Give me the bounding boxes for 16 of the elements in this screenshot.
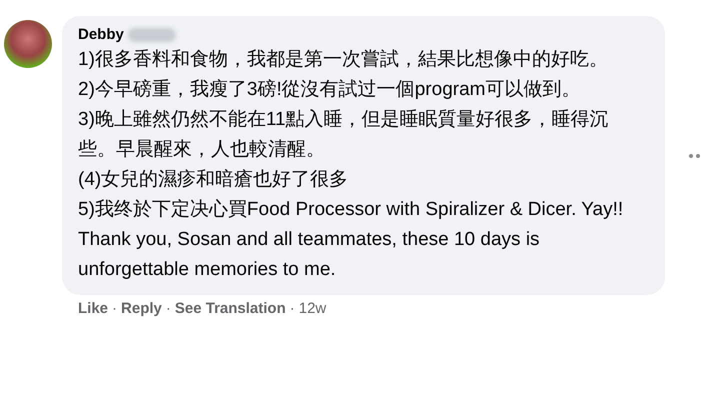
more-options-icon[interactable] (689, 154, 702, 158)
action-link[interactable]: See Translation (174, 300, 286, 317)
comment-text: 5)我终於下定决心買Food Processor with Spiralizer & Dicer. Yay!! (78, 198, 624, 222)
separator-dot: · (290, 300, 295, 317)
comment-text: Thank you, Sosan and all teammates, these 10 days is unforgettable memories to me. (78, 228, 541, 282)
comment-text: (4)女兒的濕疹和暗瘡也好了很多 (78, 168, 350, 192)
author-name[interactable]: Debby (78, 25, 124, 45)
comment-text: 1)很多香料和食物，我都是第一次嘗試，結果比想像中的好吃。 (78, 48, 609, 72)
comment-text: 2)今早磅重，我瘦了3磅!從沒有試过一個program可以做到。 (78, 78, 582, 102)
comment-text: 3)晚上雖然仍然不能在11點入睡，但是睡眠質量好很多，睡得沉些。早晨醒來，人也較清醒。 (78, 108, 610, 162)
separator-dot: · (166, 300, 171, 317)
comment-time[interactable]: 12w (298, 300, 326, 317)
separator-dot: · (112, 300, 118, 317)
avatar[interactable] (4, 20, 52, 68)
action-link[interactable]: Like (78, 300, 108, 317)
action-link[interactable]: Reply (121, 300, 162, 317)
